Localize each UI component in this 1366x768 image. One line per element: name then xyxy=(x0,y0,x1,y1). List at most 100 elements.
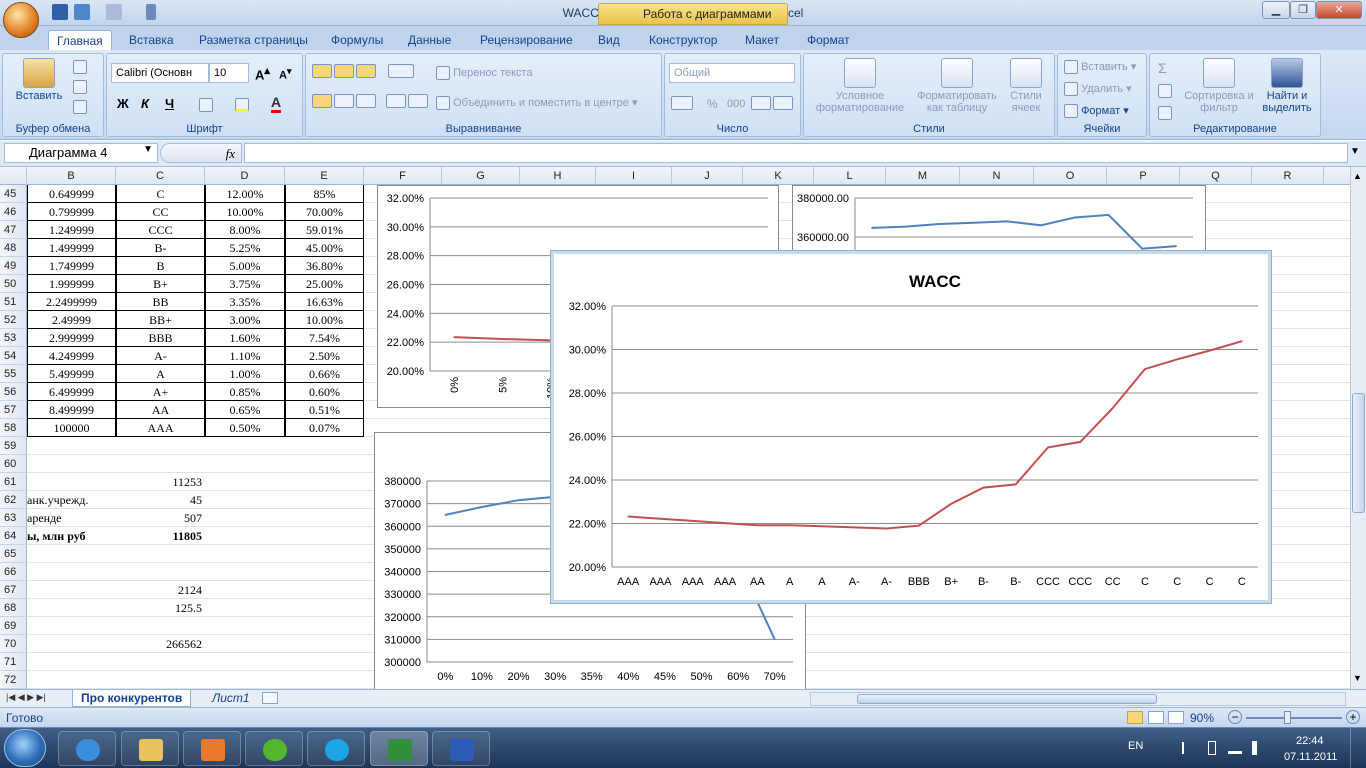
cell-d[interactable] xyxy=(205,491,285,509)
cell-e[interactable] xyxy=(285,635,364,653)
align-middle-icon[interactable] xyxy=(334,64,354,78)
cell-c[interactable]: 45 xyxy=(116,491,205,509)
cell-c[interactable]: A- xyxy=(116,347,205,365)
taskbar-media[interactable] xyxy=(183,731,241,766)
maximize-button[interactable]: ❐ xyxy=(1290,1,1316,19)
tab-insert[interactable]: Вставка xyxy=(121,30,182,50)
cell-e[interactable]: 0.60% xyxy=(285,383,364,401)
cell-e[interactable]: 16.63% xyxy=(285,293,364,311)
sheet-nav-first[interactable]: |◀ ◀ ▶ ▶| xyxy=(6,692,46,703)
vertical-scrollbar[interactable]: ▲ ▼ xyxy=(1350,167,1366,689)
column-header[interactable]: D xyxy=(205,167,285,185)
minimize-button[interactable]: ▁ xyxy=(1262,1,1290,19)
cell-d[interactable] xyxy=(205,437,285,455)
tab-review[interactable]: Рецензирование xyxy=(472,30,581,50)
taskbar-skype[interactable] xyxy=(307,731,365,766)
sheet-tab-active[interactable]: Про конкурентов xyxy=(72,690,192,707)
align-left-icon[interactable] xyxy=(312,94,332,108)
column-header[interactable]: O xyxy=(1034,167,1107,185)
cell-c[interactable] xyxy=(116,671,205,689)
format-painter-icon[interactable] xyxy=(73,100,87,114)
tab-format[interactable]: Формат xyxy=(799,30,858,50)
cell-d[interactable]: 0.65% xyxy=(205,401,285,419)
cell-c[interactable] xyxy=(116,545,205,563)
delete-cells-button[interactable]: Удалить ▾ xyxy=(1064,82,1132,97)
grow-font-button[interactable]: A▴ xyxy=(255,64,270,82)
cell-c[interactable]: BB xyxy=(116,293,205,311)
cell-d[interactable] xyxy=(205,545,285,563)
cell-e[interactable]: 59.01% xyxy=(285,221,364,239)
cell-d[interactable] xyxy=(205,563,285,581)
cell-e[interactable] xyxy=(285,581,364,599)
cell-b[interactable]: 100000 xyxy=(27,419,116,437)
increase-indent-icon[interactable] xyxy=(408,94,428,108)
cell-e[interactable]: 85% xyxy=(285,185,364,203)
cell-d[interactable]: 0.50% xyxy=(205,419,285,437)
cell-e[interactable]: 70.00% xyxy=(285,203,364,221)
cell-e[interactable] xyxy=(285,599,364,617)
cut-icon[interactable] xyxy=(73,60,87,74)
cell-b[interactable] xyxy=(27,581,116,599)
fill-icon[interactable] xyxy=(1158,84,1172,98)
cell-c[interactable]: AAA xyxy=(116,419,205,437)
currency-icon[interactable] xyxy=(671,96,693,110)
start-button[interactable] xyxy=(4,729,46,767)
taskbar-explorer[interactable] xyxy=(121,731,179,766)
align-right-icon[interactable] xyxy=(356,94,376,108)
column-header[interactable]: C xyxy=(116,167,205,185)
cell-d[interactable] xyxy=(205,599,285,617)
cell-c[interactable]: 507 xyxy=(116,509,205,527)
cell-c[interactable]: AA xyxy=(116,401,205,419)
cell-c[interactable]: A+ xyxy=(116,383,205,401)
function-wizard-button[interactable]: fx xyxy=(160,143,242,163)
cell-d[interactable]: 8.00% xyxy=(205,221,285,239)
cell-b[interactable] xyxy=(27,671,116,689)
taskbar-excel[interactable] xyxy=(370,731,428,766)
cell-e[interactable]: 45.00% xyxy=(285,239,364,257)
cell-c[interactable] xyxy=(116,653,205,671)
cell-c[interactable]: 266562 xyxy=(116,635,205,653)
cell-c[interactable]: 2124 xyxy=(116,581,205,599)
column-header[interactable]: H xyxy=(520,167,596,185)
show-desktop-button[interactable] xyxy=(1350,728,1366,768)
tab-view[interactable]: Вид xyxy=(590,30,628,50)
cell-b[interactable] xyxy=(27,599,116,617)
column-header[interactable]: R xyxy=(1252,167,1324,185)
cell-c[interactable]: BBB xyxy=(116,329,205,347)
column-header[interactable]: I xyxy=(596,167,672,185)
bold-button[interactable]: Ж xyxy=(117,96,129,111)
column-header[interactable]: G xyxy=(442,167,520,185)
language-indicator[interactable]: EN xyxy=(1128,740,1143,752)
tab-design[interactable]: Конструктор xyxy=(641,30,725,50)
align-top-icon[interactable] xyxy=(312,64,332,78)
cell-b[interactable]: 1.499999 xyxy=(27,239,116,257)
cell-d[interactable]: 3.35% xyxy=(205,293,285,311)
tab-page-layout[interactable]: Разметка страницы xyxy=(191,30,316,50)
cell-d[interactable]: 10.00% xyxy=(205,203,285,221)
cell-b[interactable] xyxy=(27,473,116,491)
format-as-table-button[interactable]: Форматировать как таблицу xyxy=(912,58,1002,114)
cell-c[interactable]: CC xyxy=(116,203,205,221)
cell-c[interactable]: A xyxy=(116,365,205,383)
cell-b[interactable] xyxy=(27,653,116,671)
chart-main-wacc[interactable]: 20.00% 22.00% 24.00% 26.00% 28.00% 30.00% 32.0… xyxy=(551,251,1271,603)
cell-d[interactable] xyxy=(205,635,285,653)
column-header[interactable]: Q xyxy=(1180,167,1252,185)
cell-c[interactable]: C xyxy=(116,185,205,203)
sort-filter-button[interactable]: Сортировка и фильтр xyxy=(1184,58,1254,114)
cell-c[interactable]: 11253 xyxy=(116,473,205,491)
cell-b[interactable] xyxy=(27,617,116,635)
tab-layout[interactable]: Макет xyxy=(737,30,787,50)
cell-d[interactable]: 12.00% xyxy=(205,185,285,203)
h-scroll-thumb[interactable] xyxy=(857,694,1157,704)
column-header[interactable]: P xyxy=(1107,167,1180,185)
thousands-button[interactable]: 000 xyxy=(727,98,745,110)
cell-b[interactable]: 0.799999 xyxy=(27,203,116,221)
tray-battery-icon[interactable] xyxy=(1208,741,1216,755)
clear-icon[interactable] xyxy=(1158,106,1172,120)
cell-e[interactable] xyxy=(285,653,364,671)
page-layout-view-icon[interactable] xyxy=(1148,711,1164,724)
cell-d[interactable]: 1.00% xyxy=(205,365,285,383)
cell-e[interactable]: 25.00% xyxy=(285,275,364,293)
cell-b[interactable]: 1.749999 xyxy=(27,257,116,275)
